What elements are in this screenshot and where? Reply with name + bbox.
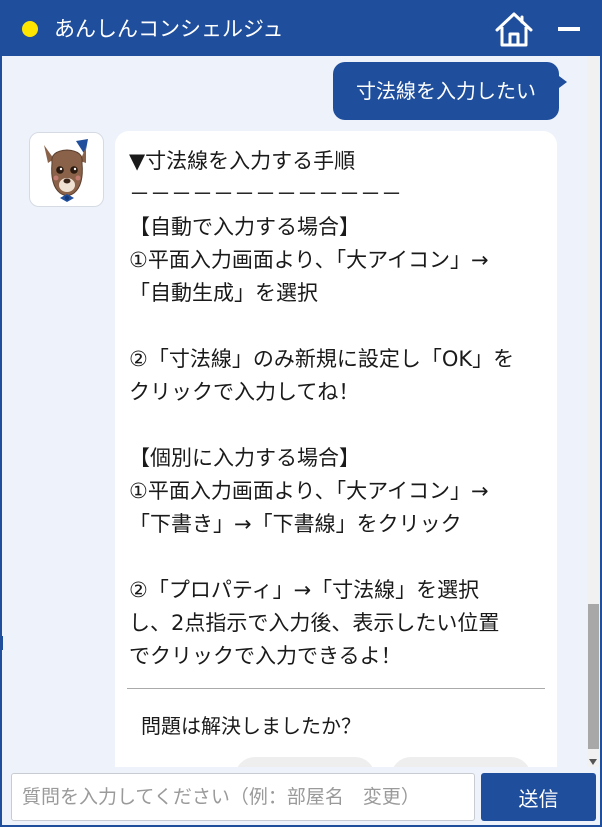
chat-scrollbar[interactable] <box>587 56 600 767</box>
input-bar: 送信 <box>2 767 600 825</box>
chat-area[interactable]: 寸法線を入力したい ▼寸法線を入力する手順 －－－－－－－－－－－－－ 【自動で… <box>2 56 600 767</box>
resolved-question: 問題は解決しましたか？ <box>141 714 361 738</box>
send-button[interactable]: 送信 <box>481 773 596 821</box>
question-input[interactable] <box>11 773 475 821</box>
home-button[interactable] <box>494 10 534 48</box>
bot-message-text: ▼寸法線を入力する手順 －－－－－－－－－－－－－ 【自動で入力する場合】 ①平… <box>129 149 515 668</box>
chat-window: あんしんコンシェルジュ 寸法線を入力したい ▼寸法線を入力する手順 －－－－－－… <box>0 0 602 827</box>
user-bubble-tail <box>559 76 567 88</box>
feedback-option-button[interactable] <box>391 757 531 767</box>
scroll-down-arrow-icon[interactable] <box>589 759 597 765</box>
app-title: あんしんコンシェルジュ <box>54 17 284 41</box>
home-icon <box>495 12 533 47</box>
edge-marker <box>0 636 3 650</box>
feedback-option-button[interactable] <box>235 757 375 767</box>
user-message-bubble: 寸法線を入力したい <box>333 62 559 120</box>
status-indicator <box>22 21 38 37</box>
divider <box>127 688 545 689</box>
bot-message-bubble: ▼寸法線を入力する手順 －－－－－－－－－－－－－ 【自動で入力する場合】 ①平… <box>115 131 557 767</box>
bot-avatar <box>29 132 104 207</box>
scrollbar-thumb[interactable] <box>588 604 599 749</box>
title-bar: あんしんコンシェルジュ <box>2 2 600 56</box>
minimize-button[interactable] <box>554 16 584 42</box>
deer-mascot-icon <box>44 139 88 202</box>
minimize-icon <box>558 27 580 31</box>
